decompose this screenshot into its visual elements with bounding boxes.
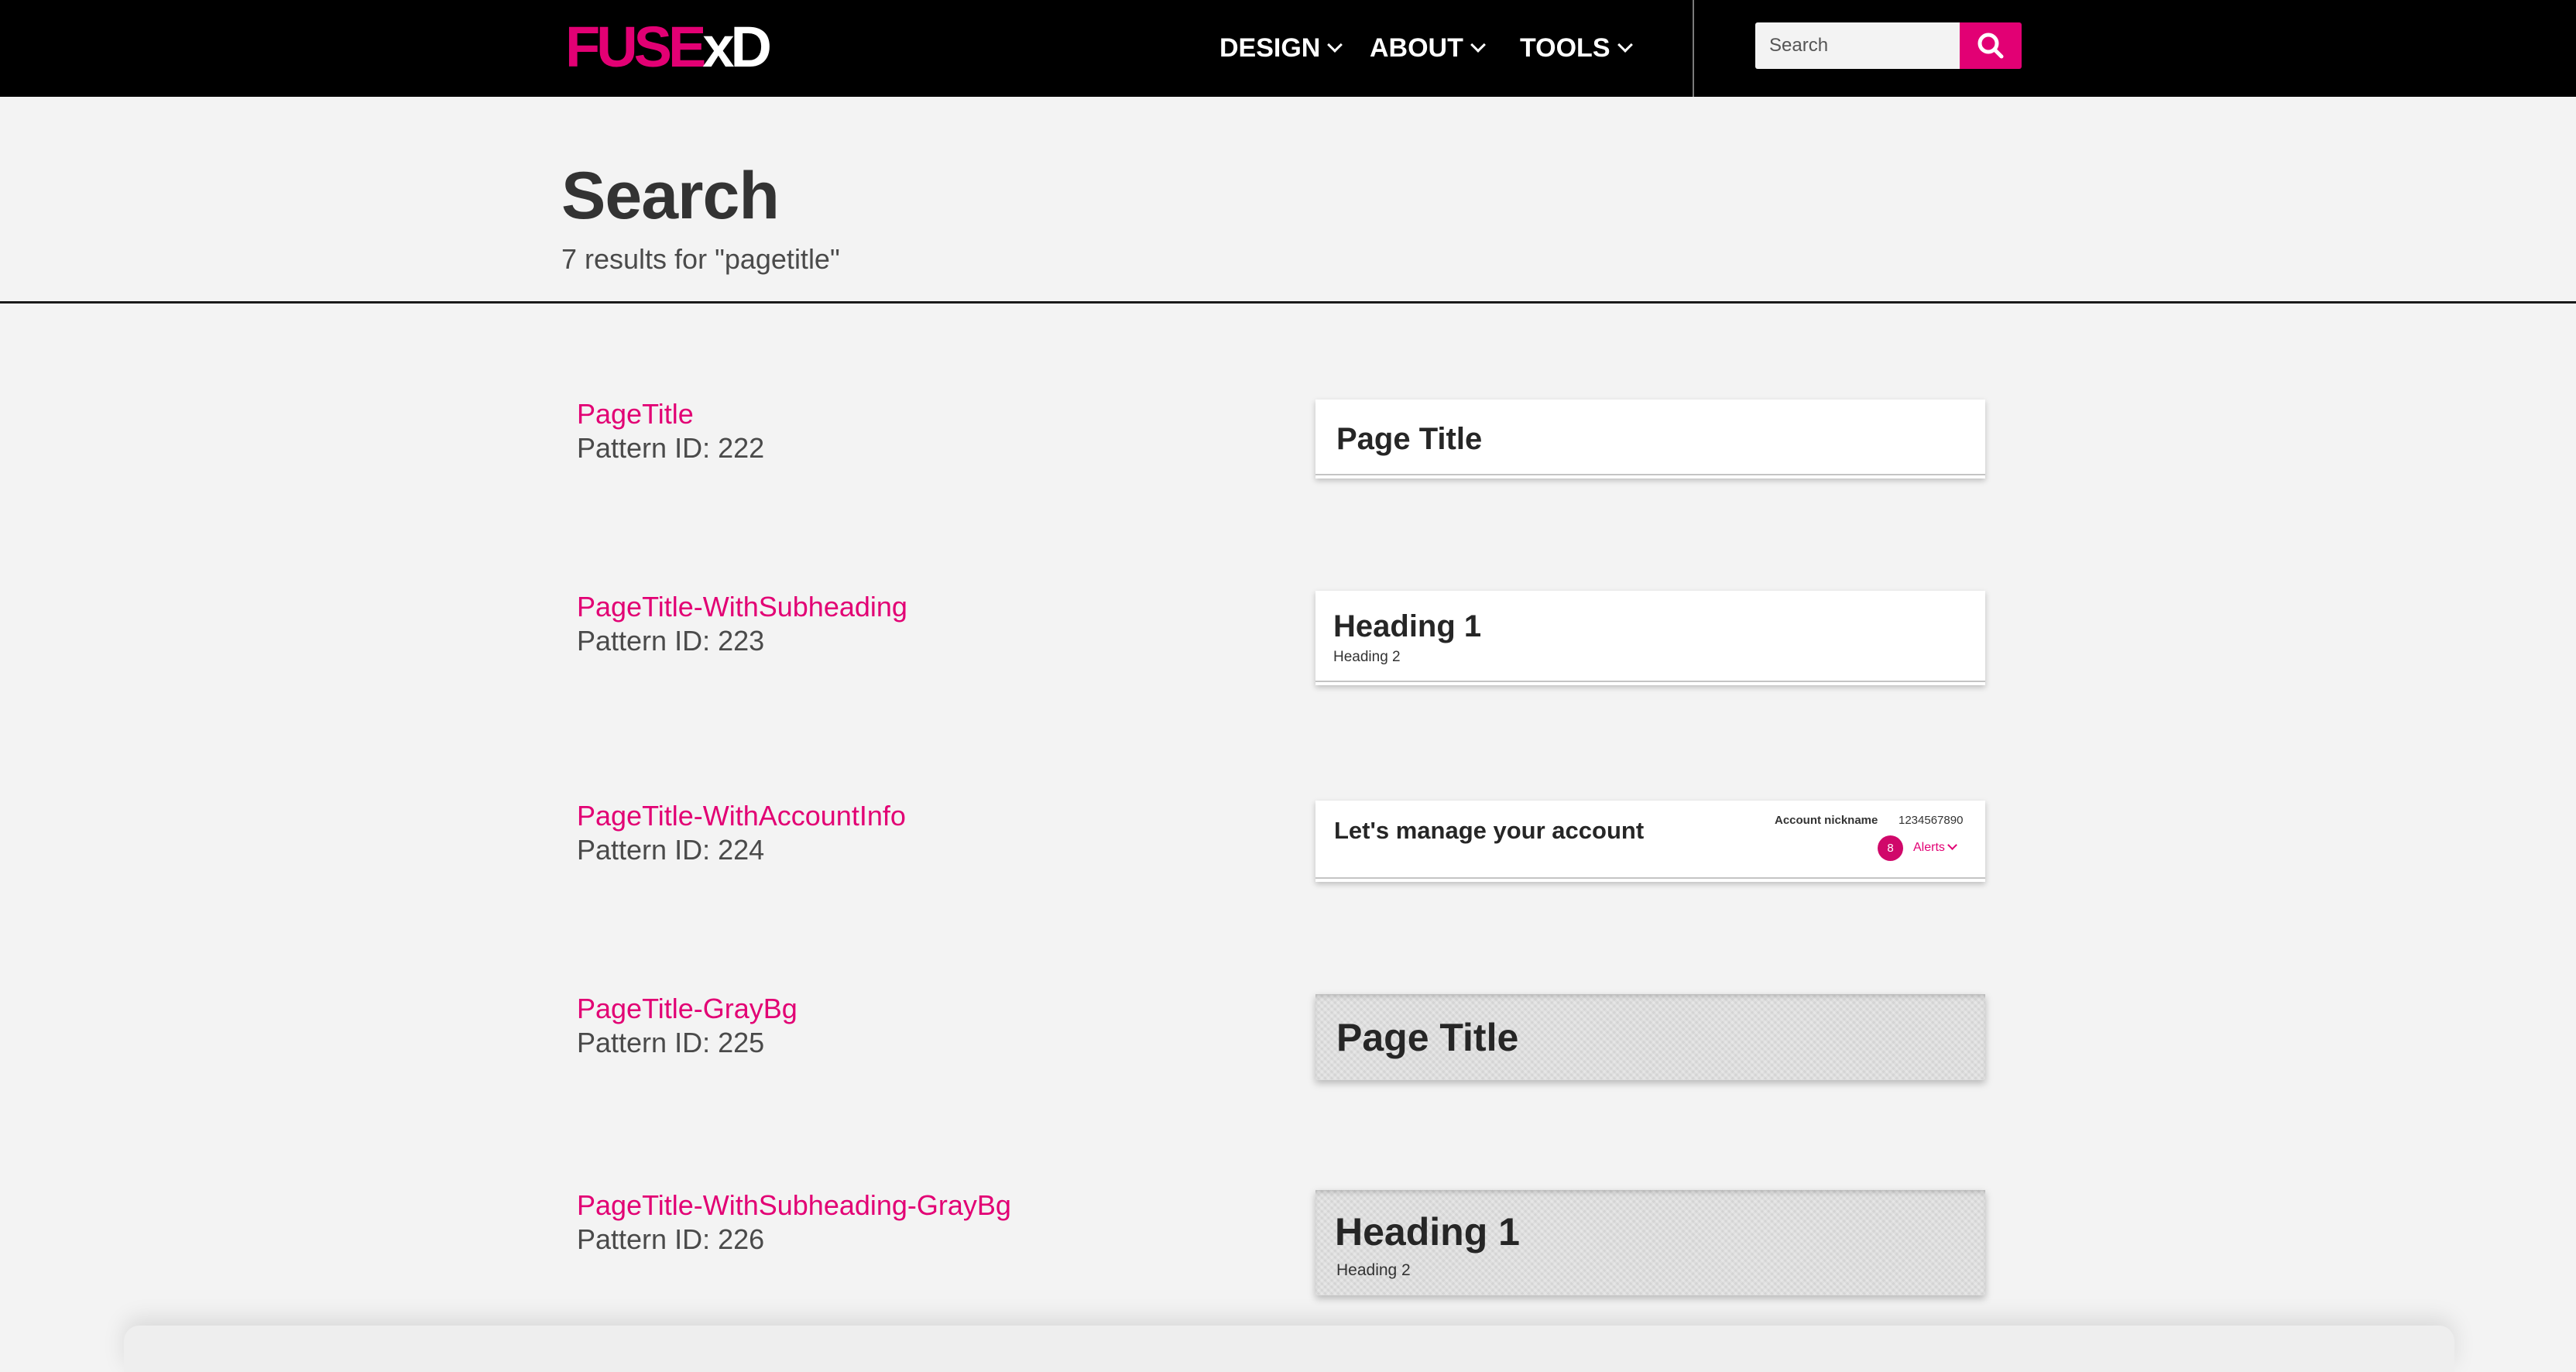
account-number: 1234567890 xyxy=(1899,814,1964,827)
page-header: Search 7 results for "pagetitle" xyxy=(0,97,2576,304)
alerts-count-badge: 8 xyxy=(1878,835,1903,861)
preview-title: Let's manage your account xyxy=(1334,817,1645,844)
preview-heading-1: Heading 1 xyxy=(1333,609,1482,643)
page-title: Search xyxy=(561,159,780,233)
preview-heading-2: Heading 2 xyxy=(1333,649,1401,665)
result-preview-pagetitle-withsubheading-graybg[interactable]: Heading 1 Heading 2 xyxy=(1315,1190,1985,1295)
account-nickname-label: Account nickname xyxy=(1775,814,1878,827)
result-preview-pagetitle-withaccountinfo[interactable]: Let's manage your account Account nickna… xyxy=(1315,801,1985,882)
preview-heading-2: Heading 2 xyxy=(1336,1261,1411,1279)
nav-about-label: ABOUT xyxy=(1370,33,1463,63)
nav-divider xyxy=(1693,0,1694,97)
chevron-down-icon xyxy=(1617,36,1633,53)
search-icon xyxy=(1977,33,2004,59)
logo-fuse-text: FUSE xyxy=(565,15,706,79)
result-pattern-id: Pattern ID: 226 xyxy=(577,1223,765,1255)
fusexd-logo[interactable]: FUSExD xyxy=(565,19,772,76)
results-count: 7 results for "pagetitle" xyxy=(561,243,840,275)
search-button[interactable] xyxy=(1960,22,2022,69)
chevron-down-icon xyxy=(1470,36,1486,53)
preview-title: Page Title xyxy=(1336,422,1483,456)
result-preview-pagetitle-graybg[interactable]: Page Title xyxy=(1315,994,1985,1080)
nav-design-menu[interactable]: DESIGN xyxy=(1219,0,1343,97)
result-link-pagetitle-withsubheading-graybg[interactable]: PageTitle-WithSubheading-GrayBg xyxy=(577,1188,1011,1223)
result-link-pagetitle-graybg[interactable]: PageTitle-GrayBg xyxy=(577,992,797,1026)
nav-tools-label: TOOLS xyxy=(1520,33,1610,63)
result-pattern-id: Pattern ID: 223 xyxy=(577,625,765,657)
logo-xd-text: xD xyxy=(702,15,772,79)
result-link-pagetitle-withaccountinfo[interactable]: PageTitle-WithAccountInfo xyxy=(577,799,906,833)
top-navigation-bar: FUSExD DESIGN ABOUT TOOLS xyxy=(0,0,2576,97)
footer-edge xyxy=(124,1326,2454,1372)
chevron-down-icon xyxy=(1327,36,1343,53)
preview-title: Page Title xyxy=(1336,1016,1519,1059)
result-pattern-id: Pattern ID: 225 xyxy=(577,1027,765,1058)
preview-heading-1: Heading 1 xyxy=(1335,1210,1520,1254)
alerts-label: Alerts xyxy=(1913,841,1945,854)
search-input[interactable] xyxy=(1755,22,1960,69)
result-pattern-id: Pattern ID: 224 xyxy=(577,834,765,866)
alerts-dropdown[interactable]: Alerts xyxy=(1913,840,1957,855)
result-preview-pagetitle-withsubheading[interactable]: Heading 1 Heading 2 xyxy=(1315,591,1985,685)
result-pattern-id: Pattern ID: 222 xyxy=(577,432,765,464)
nav-tools-menu[interactable]: TOOLS xyxy=(1520,0,1633,97)
result-link-pagetitle[interactable]: PageTitle xyxy=(577,397,694,431)
nav-design-label: DESIGN xyxy=(1219,33,1321,63)
chevron-down-icon xyxy=(1947,840,1957,851)
nav-about-menu[interactable]: ABOUT xyxy=(1370,0,1486,97)
result-link-pagetitle-withsubheading[interactable]: PageTitle-WithSubheading xyxy=(577,590,907,624)
result-preview-pagetitle[interactable]: Page Title xyxy=(1315,400,1985,478)
